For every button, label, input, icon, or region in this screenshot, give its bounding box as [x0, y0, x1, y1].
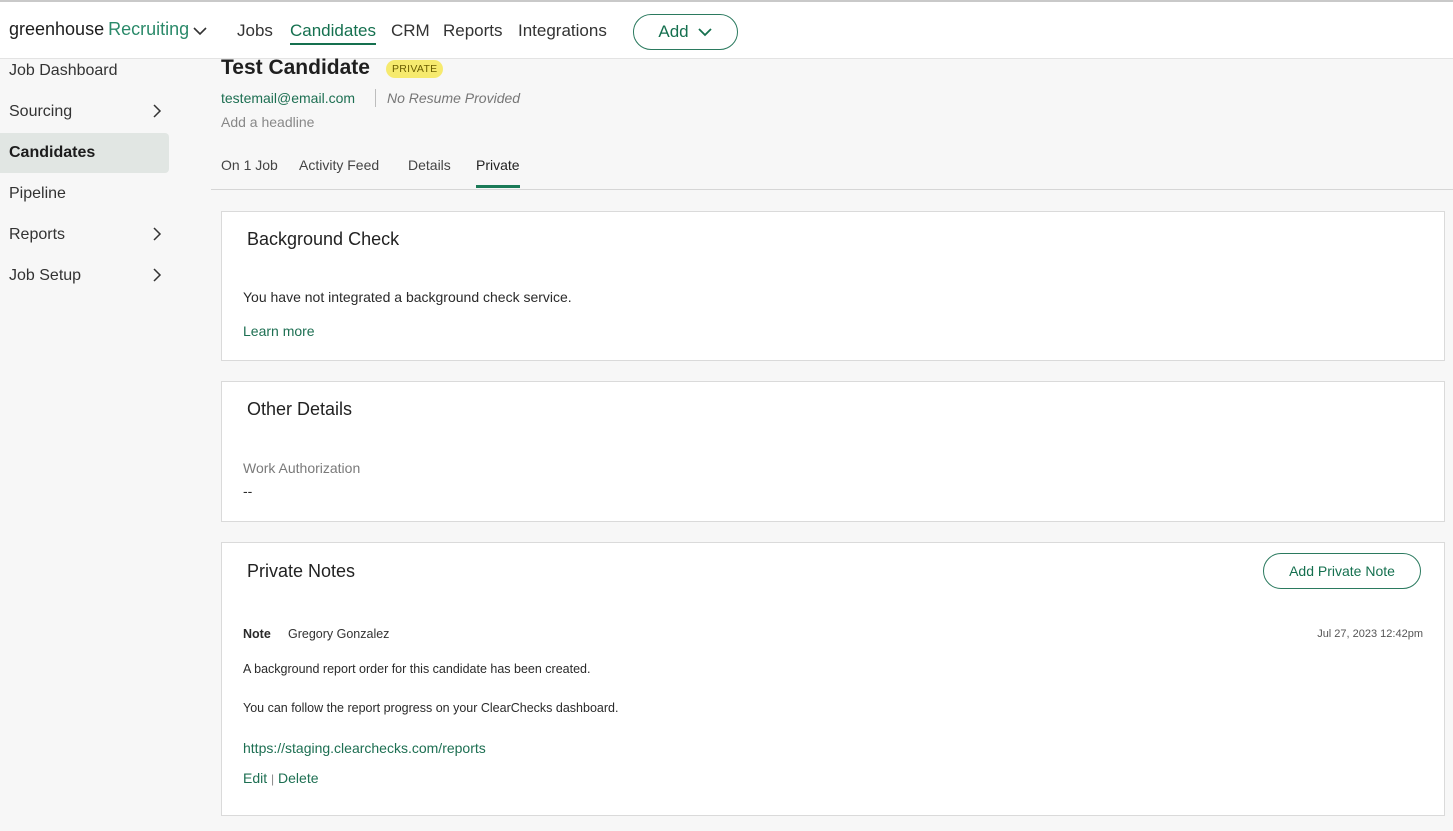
resume-status: No Resume Provided — [387, 90, 521, 106]
background-check-card: Background Check You have not integrated… — [221, 211, 1445, 361]
edit-note-link[interactable]: Edit — [243, 770, 267, 786]
card-title: Background Check — [247, 229, 400, 249]
action-separator: | — [271, 772, 275, 786]
private-notes-card: Private Notes Add Private Note Note Greg… — [221, 542, 1445, 816]
sidebar-item-label: Candidates — [9, 144, 96, 161]
sidebar-item-pipeline[interactable]: Pipeline — [0, 174, 169, 214]
tabs-divider — [211, 189, 1453, 190]
other-details-card: Other Details Work Authorization -- — [221, 381, 1445, 522]
note-actions: Edit | Delete — [243, 770, 319, 786]
note-type-label: Note — [243, 627, 271, 641]
chevron-down-icon[interactable] — [192, 23, 208, 39]
sidebar-item-label: Job Setup — [9, 267, 82, 284]
sidebar-item-sourcing[interactable]: Sourcing — [0, 92, 169, 132]
add-button[interactable]: Add — [633, 14, 738, 50]
divider — [375, 89, 376, 107]
candidate-email-link[interactable]: testemail@email.com — [221, 90, 355, 106]
sidebar-item-label: Job Dashboard — [9, 62, 118, 79]
nav-integrations[interactable]: Integrations — [518, 21, 607, 41]
nav-reports[interactable]: Reports — [443, 21, 503, 41]
work-authorization-value: -- — [243, 483, 253, 499]
chevron-down-icon — [697, 28, 712, 37]
sidebar-item-job-dashboard[interactable]: Job Dashboard — [0, 51, 169, 91]
learn-more-link[interactable]: Learn more — [243, 323, 315, 339]
sidebar-item-label: Reports — [9, 226, 66, 243]
chevron-right-icon — [153, 268, 162, 282]
card-title: Private Notes — [247, 561, 356, 581]
tab-on-1-job[interactable]: On 1 Job — [221, 157, 278, 173]
sidebar-item-label: Pipeline — [9, 185, 66, 202]
card-title: Other Details — [247, 399, 353, 419]
tab-private[interactable]: Private — [476, 157, 520, 188]
private-badge: PRIVATE — [386, 60, 444, 78]
nav-jobs[interactable]: Jobs — [237, 21, 273, 41]
work-authorization-label: Work Authorization — [243, 460, 361, 476]
top-navigation-bar: greenhouse Recruiting Jobs Candidates CRM… — [0, 0, 1453, 59]
sidebar-item-reports[interactable]: Reports — [0, 215, 169, 255]
chevron-right-icon — [153, 104, 162, 118]
delete-note-link[interactable]: Delete — [278, 770, 318, 786]
add-headline-field[interactable]: Add a headline — [221, 114, 314, 130]
note-timestamp: Jul 27, 2023 12:42pm — [1317, 628, 1423, 640]
nav-crm[interactable]: CRM — [391, 21, 430, 41]
brand-secondary: Recruiting — [108, 19, 190, 39]
brand-primary: greenhouse — [9, 19, 105, 39]
sidebar-item-job-setup[interactable]: Job Setup — [0, 256, 169, 296]
note-line-1: A background report order for this candi… — [243, 662, 591, 676]
nav-candidates[interactable]: Candidates — [290, 21, 377, 45]
tab-details[interactable]: Details — [408, 157, 451, 173]
brand-logo[interactable]: greenhouse Recruiting — [9, 19, 189, 40]
chevron-right-icon — [153, 227, 162, 241]
clearchecks-report-link[interactable]: https://staging.clearchecks.com/reports — [243, 740, 486, 756]
add-private-note-button[interactable]: Add Private Note — [1263, 553, 1421, 589]
sidebar-item-label: Sourcing — [9, 103, 73, 120]
add-button-label: Add — [658, 22, 689, 41]
candidate-name: Test Candidate — [221, 56, 370, 79]
tab-activity-feed[interactable]: Activity Feed — [299, 157, 379, 173]
note-author: Gregory Gonzalez — [288, 627, 390, 641]
sidebar-item-candidates[interactable]: Candidates — [0, 133, 169, 173]
note-line-2: You can follow the report progress on yo… — [243, 701, 619, 715]
background-check-message: You have not integrated a background che… — [243, 289, 572, 305]
